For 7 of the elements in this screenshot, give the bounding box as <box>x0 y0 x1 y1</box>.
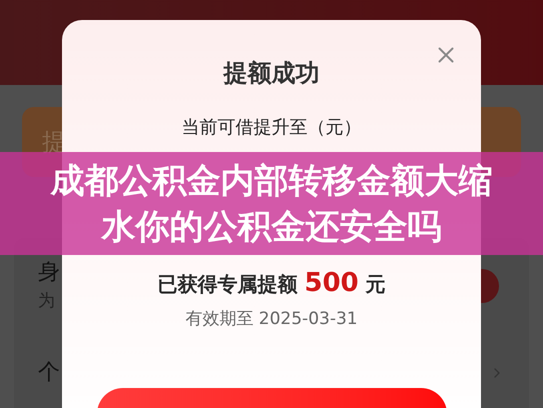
dialog-title: 提额成功 <box>224 58 320 88</box>
validity-text: 有效期至 2025-03-31 <box>185 308 358 331</box>
banner-title: 成都公积金内部转移金额大缩水你的公积金还安全吗 <box>49 160 494 248</box>
bonus-text: 已获得专属提额 500 元 <box>157 268 386 299</box>
row-title: 身 <box>38 259 60 287</box>
row-title: 个 <box>38 359 60 387</box>
dialog-subtitle: 当前可借提升至（元） <box>182 116 362 140</box>
